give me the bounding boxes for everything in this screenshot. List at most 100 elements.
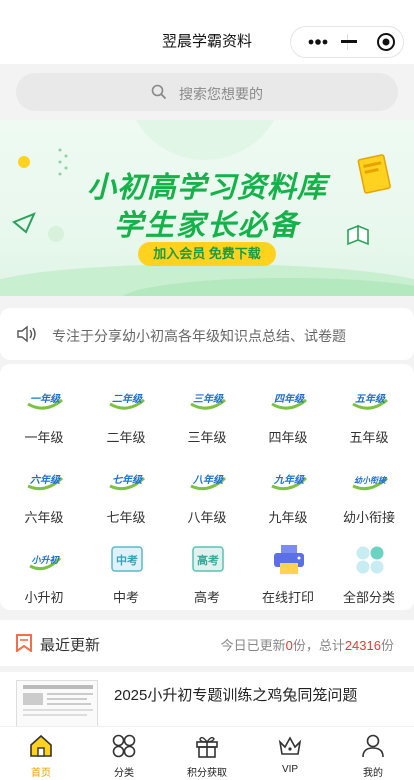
update-stats: 今日已更新0份，总计24316份 [221, 635, 394, 654]
total-count: 24316 [344, 638, 381, 653]
category-all[interactable]: 全部分类 [329, 532, 409, 612]
category-zhongkao[interactable]: 中考 中考 [86, 532, 166, 612]
category-label: 在线打印 [261, 590, 314, 605]
stats-prefix: 今日已更新 [220, 638, 286, 653]
grade-6-icon: 六年级 [27, 474, 64, 491]
svg-text:九年级: 九年级 [273, 474, 305, 486]
svg-text:八年级: 八年级 [192, 474, 224, 486]
join-member-button[interactable]: 加入会员 免费下载 [138, 242, 276, 266]
search-section: 搜索您想要的 [0, 64, 414, 120]
zhongkao-icon: 中考 [111, 546, 143, 572]
promo-banner[interactable]: 小初高学习资料库 学生家长必备 加入会员 免费下载 [0, 120, 414, 296]
grade-1-icon: 一年级 [27, 393, 63, 410]
category-grade-7[interactable]: 七年级 七年级 [86, 452, 166, 532]
svg-text:七年级: 七年级 [112, 474, 143, 486]
category-grade-5[interactable]: 五年级 五年级 [329, 372, 409, 452]
category-label: 四年级 [268, 430, 308, 445]
svg-text:五年级: 五年级 [355, 393, 386, 405]
category-label: 一年级 [24, 430, 64, 445]
gaokao-icon: 高考 [192, 546, 224, 572]
svg-text:一年级: 一年级 [30, 393, 61, 405]
navigation-bar: 翌晨学霸资料 [0, 0, 414, 64]
svg-text:四年级: 四年级 [274, 393, 305, 405]
tab-vip[interactable]: VIP [249, 727, 331, 780]
all-categories-icon [356, 546, 384, 574]
list-item[interactable]: 2025小升初专题训练之鸡兔同笼问题 [0, 672, 414, 736]
gift-icon [196, 736, 218, 758]
category-label: 五年级 [349, 430, 389, 445]
category-grade-4[interactable]: 四年级 四年级 [248, 372, 328, 452]
printer-icon [274, 545, 304, 574]
tab-points[interactable]: 积分获取 [166, 727, 248, 780]
category-icon [112, 734, 136, 758]
category-label: 九年级 [268, 510, 308, 525]
bottom-tab-bar: 首页 分类 积分获取 VIP 我的 [0, 726, 414, 780]
banner-subheadline: 学生家长必备 [113, 210, 300, 242]
category-label: 六年级 [24, 510, 64, 525]
tab-category[interactable]: 分类 [83, 727, 165, 780]
speaker-icon [16, 325, 38, 348]
grade-8-icon: 八年级 [190, 474, 227, 491]
user-icon [362, 734, 384, 758]
grade-5-icon: 五年级 [352, 393, 388, 410]
stats-mid: 份，总计 [292, 638, 345, 653]
search-placeholder: 搜索您想要的 [179, 86, 263, 102]
category-label: 七年级 [106, 510, 146, 525]
tab-profile[interactable]: 我的 [332, 727, 414, 780]
banner-headline: 小初高学习资料库 [86, 172, 327, 204]
stats-suffix: 份 [380, 638, 394, 653]
category-grid: 一年级 一年级 二年级 二年级 三年级 三年级 四年级 四年级 五年级 五年级 … [0, 364, 414, 610]
category-label: 二年级 [106, 430, 146, 445]
category-online-print[interactable]: 在线打印 [248, 532, 328, 612]
today-count: 0 [285, 638, 293, 653]
category-label: 八年级 [187, 510, 227, 525]
notice-text: 专注于分享幼小初高各年级知识点总结、试卷题 [52, 328, 346, 344]
preschool-icon: 幼小衔接 [352, 476, 389, 491]
tab-label: 我的 [363, 768, 383, 779]
recent-updates-header: 最近更新 今日已更新0份，总计24316份 [0, 620, 414, 666]
recent-updates-title: 最近更新 [40, 637, 101, 654]
category-label: 全部分类 [342, 590, 395, 605]
svg-text:六年级: 六年级 [30, 474, 61, 486]
category-label: 小升初 [24, 590, 64, 605]
tab-home[interactable]: 首页 [0, 727, 82, 780]
svg-text:二年级: 二年级 [112, 393, 143, 405]
grade-4-icon: 四年级 [271, 393, 307, 410]
category-gaokao[interactable]: 高考 高考 [167, 532, 247, 612]
search-icon [151, 84, 167, 105]
notice-bar[interactable]: 专注于分享幼小初高各年级知识点总结、试卷题 [0, 308, 414, 360]
svg-text:高考: 高考 [197, 553, 219, 567]
grade-9-icon: 九年级 [271, 474, 308, 491]
tab-label: VIP [281, 764, 299, 775]
svg-text:中考: 中考 [116, 553, 138, 567]
grade-3-icon: 三年级 [190, 393, 226, 410]
grade-2-icon: 二年级 [109, 393, 145, 410]
mini-program-capsule [290, 26, 404, 58]
category-label: 三年级 [187, 430, 227, 445]
tab-label: 首页 [31, 768, 51, 779]
tab-label: 分类 [114, 768, 134, 779]
category-label: 幼小衔接 [342, 510, 395, 525]
category-preschool[interactable]: 幼小衔接 幼小衔接 [329, 452, 409, 532]
svg-text:幼小衔接: 幼小衔接 [354, 476, 388, 485]
svg-text:三年级: 三年级 [193, 393, 224, 405]
grade-7-icon: 七年级 [109, 474, 146, 491]
category-label: 中考 [112, 590, 139, 605]
category-grade-2[interactable]: 二年级 二年级 [86, 372, 166, 452]
category-label: 高考 [193, 590, 220, 605]
search-input[interactable]: 搜索您想要的 [16, 73, 398, 111]
category-grade-8[interactable]: 八年级 八年级 [167, 452, 247, 532]
category-primary-to-middle[interactable]: 小升初 小升初 [4, 532, 84, 612]
category-grade-3[interactable]: 三年级 三年级 [167, 372, 247, 452]
bookmark-icon [16, 634, 32, 657]
home-icon [30, 734, 52, 757]
primary-to-middle-icon: 小升初 [29, 555, 62, 571]
svg-text:小升初: 小升初 [31, 555, 60, 565]
category-grade-6[interactable]: 六年级 六年级 [4, 452, 84, 532]
category-grade-9[interactable]: 九年级 九年级 [248, 452, 328, 532]
crown-icon [278, 736, 302, 755]
tab-label: 积分获取 [187, 768, 227, 779]
minimize-icon[interactable] [330, 27, 367, 57]
category-grade-1[interactable]: 一年级 一年级 [4, 372, 84, 452]
close-target-icon[interactable] [367, 27, 404, 57]
